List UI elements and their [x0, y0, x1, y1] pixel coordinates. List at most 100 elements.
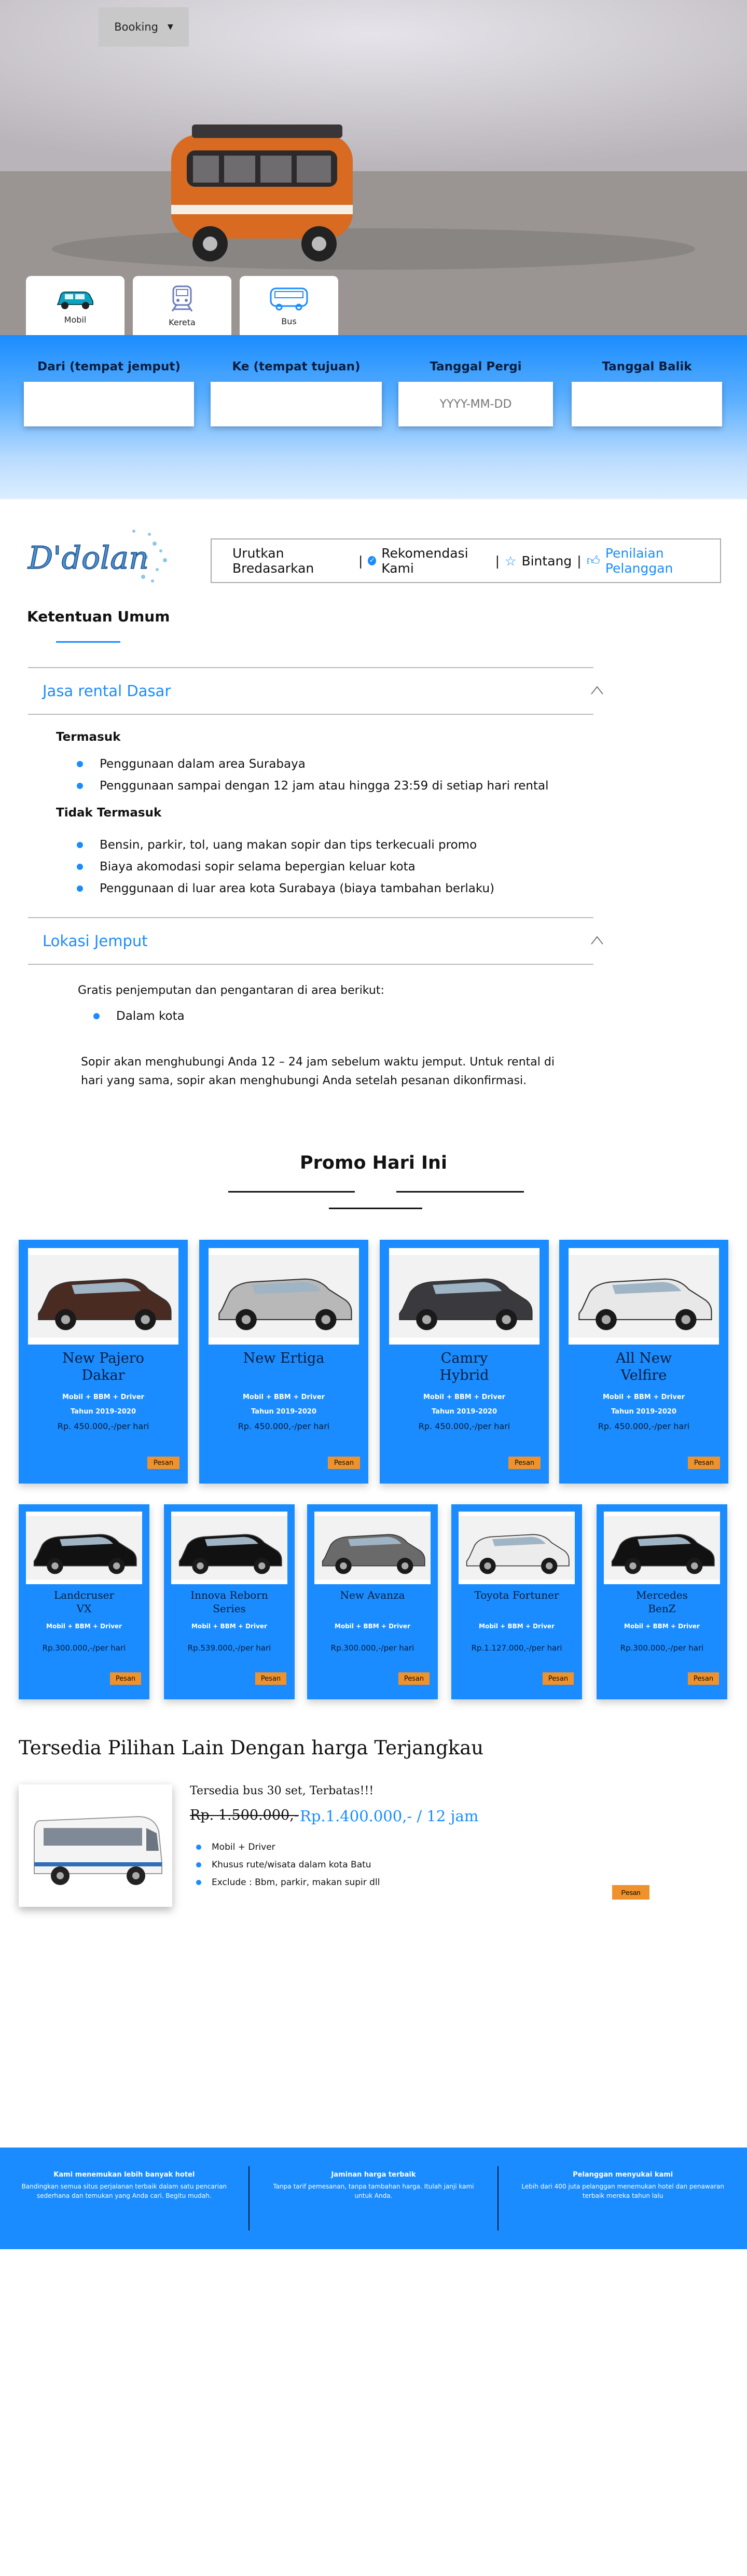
car-image: [209, 1255, 359, 1338]
car-photo: [26, 1512, 142, 1584]
from-input[interactable]: [24, 382, 194, 426]
alternatives-subtitle: Tersedia bus 30 set, Terbatas!!!: [190, 1784, 374, 1797]
footer-text: Bandingkan semua situs perjalanan terbai…: [21, 2183, 227, 2199]
footer: Kami menemukan lebih banyak hotel Bandin…: [0, 2148, 747, 2249]
pesan-button[interactable]: Pesan: [688, 1672, 719, 1685]
bus-photo: [19, 1784, 172, 1907]
return-field: Tanggal Balik: [572, 335, 722, 426]
lokasi-note-line1: Sopir akan menghubungi Anda 12 – 24 jam …: [81, 1056, 555, 1069]
sort-option-bintang[interactable]: Bintang: [521, 553, 572, 569]
car-name: Camry Hybrid: [380, 1350, 549, 1384]
pesan-button[interactable]: Pesan: [255, 1672, 286, 1685]
car-photo: [389, 1248, 540, 1345]
accordion-lokasi-jemput[interactable]: Lokasi Jemput: [28, 917, 603, 965]
promo-divider: [228, 1191, 355, 1193]
tab-mobil[interactable]: Mobil: [26, 276, 125, 335]
car-features: Mobil + BBM + Driver: [191, 1623, 267, 1630]
pesan-button[interactable]: Pesan: [688, 1457, 720, 1469]
car-photo: [171, 1512, 287, 1584]
car-card: New Pajero Dakar Mobil + BBM + Driver Tahun…: [19, 1240, 188, 1484]
car-features: Mobil + BBM + Driver: [62, 1393, 145, 1401]
car-name-line1: All New: [615, 1350, 672, 1366]
car-name: New Avanza: [307, 1588, 438, 1602]
car-year: Tahun 2019-2020: [431, 1408, 497, 1416]
termasuk-label: Termasuk: [56, 730, 121, 744]
car-features: Mobil + BBM + Driver: [624, 1623, 700, 1630]
to-input[interactable]: [211, 382, 382, 426]
star-icon: ☆: [505, 553, 517, 569]
pesan-button[interactable]: Pesan: [328, 1457, 360, 1469]
car-price: Rp. 450.000,-/per hari: [418, 1421, 510, 1431]
car-year: Tahun 2019-2020: [251, 1408, 316, 1416]
tidak-termasuk-label: Tidak Termasuk: [56, 806, 162, 820]
brand-logo[interactable]: D'dolan: [25, 519, 175, 599]
car-price: Rp.300.000,-/per hari: [330, 1643, 414, 1653]
car-price: Rp.1.127.000,-/per hari: [471, 1643, 562, 1653]
car-features: Mobil + BBM + Driver: [335, 1623, 410, 1630]
car-name-line2: Dakar: [81, 1367, 125, 1383]
lokasi-note: Sopir akan menghubungi Anda 12 – 24 jam …: [81, 1053, 555, 1090]
car-name: New Ertiga: [199, 1350, 368, 1367]
car-image: [26, 1516, 142, 1580]
car-features: Mobil + BBM + Driver: [46, 1623, 122, 1630]
car-card: New Avanza Mobil + BBM + Driver Rp.300.000…: [307, 1504, 438, 1699]
check-circle-icon: ✓: [368, 556, 377, 565]
return-label: Tanggal Balik: [602, 360, 692, 373]
sort-bar: Urutkan Bredasarkan | ✓ Rekomendasi Kami…: [211, 538, 721, 583]
accordion-title: Lokasi Jemput: [43, 932, 148, 950]
car-name-line1: Innova Reborn: [190, 1589, 268, 1601]
sort-option-penilaian[interactable]: Penilaian Pelanggan: [605, 546, 720, 576]
car-name: New Pajero Dakar: [19, 1350, 188, 1384]
car-card: All New Velfire Mobil + BBM + Driver Tahun …: [559, 1240, 728, 1484]
promo-divider: [396, 1191, 524, 1193]
car-image: [604, 1516, 720, 1580]
footer-col-harga: Jaminan harga terbaik Tanpa tarif pemesa…: [250, 2148, 498, 2249]
minibus-image: [34, 1816, 162, 1885]
car-name-line1: New Pajero: [62, 1350, 144, 1366]
list-item: Khusus rute/wisata dalam kota Batu: [196, 1856, 380, 1874]
tab-mobil-label: Mobil: [64, 314, 87, 325]
pesan-bus-button[interactable]: Pesan: [612, 1885, 649, 1900]
depart-input[interactable]: [398, 382, 553, 426]
car-name-line1: Toyota Fortuner: [474, 1589, 559, 1601]
list-item: Penggunaan di luar area kota Surabaya (b…: [77, 878, 494, 899]
list-item: Dalam kota: [93, 1005, 185, 1027]
return-input[interactable]: [572, 382, 722, 426]
pesan-button[interactable]: Pesan: [398, 1672, 430, 1685]
list-item: Penggunaan dalam area Surabaya: [77, 753, 548, 775]
train-icon: [171, 285, 193, 312]
tab-bus-label: Bus: [281, 316, 297, 326]
sort-option-rekomendasi[interactable]: Rekomendasi Kami: [381, 546, 490, 576]
accordion-jasa-rental[interactable]: Jasa rental Dasar: [28, 667, 603, 715]
car-image: [28, 1255, 178, 1338]
car-name: All New Velfire: [559, 1350, 728, 1384]
list-item: Penggunaan sampai dengan 12 jam atau hin…: [77, 775, 548, 797]
footer-text: Tanpa tarif pemesanan, tanpa tambahan ha…: [273, 2183, 474, 2199]
pesan-button[interactable]: Pesan: [508, 1457, 541, 1469]
car-name: Mercedes BenZ: [597, 1588, 727, 1615]
list-item: Bensin, parkir, tol, uang makan sopir da…: [77, 834, 494, 856]
car-card: New Ertiga Mobil + BBM + Driver Tahun 2019…: [199, 1240, 368, 1484]
car-card: Innova Reborn Series Mobil + BBM + Driver R…: [164, 1504, 295, 1699]
car-card: Mercedes BenZ Mobil + BBM + Driver Rp.300.0…: [597, 1504, 727, 1699]
sort-prefix: Urutkan Bredasarkan: [232, 546, 314, 576]
pesan-button[interactable]: Pesan: [543, 1672, 574, 1685]
bus-icon: [270, 287, 308, 310]
car-year: Tahun 2019-2020: [70, 1408, 136, 1416]
depart-field: Tanggal Pergi: [398, 335, 553, 426]
pesan-button[interactable]: Pesan: [110, 1672, 141, 1685]
car-price: Rp. 450.000,-/per hari: [57, 1421, 149, 1431]
ketentuan-title: Ketentuan Umum: [27, 608, 170, 625]
footer-col-hotel: Kami menemukan lebih banyak hotel Bandin…: [0, 2148, 248, 2249]
car-image: [459, 1516, 575, 1580]
new-price: Rp.1.400.000,- / 12 jam: [300, 1807, 479, 1825]
from-field: Dari (tempat jemput): [24, 335, 194, 426]
car-price: Rp. 450.000,-/per hari: [598, 1421, 690, 1431]
pesan-button[interactable]: Pesan: [147, 1457, 179, 1469]
old-price: Rp. 1.500.000,-: [190, 1807, 299, 1823]
tab-bus[interactable]: Bus: [240, 276, 338, 335]
booking-dropdown[interactable]: Booking ▼: [99, 7, 189, 47]
tab-kereta[interactable]: Kereta: [133, 276, 231, 335]
car-price: Rp. 450.000,-/per hari: [238, 1421, 330, 1431]
car-card: Camry Hybrid Mobil + BBM + Driver Tahun 201…: [380, 1240, 549, 1484]
